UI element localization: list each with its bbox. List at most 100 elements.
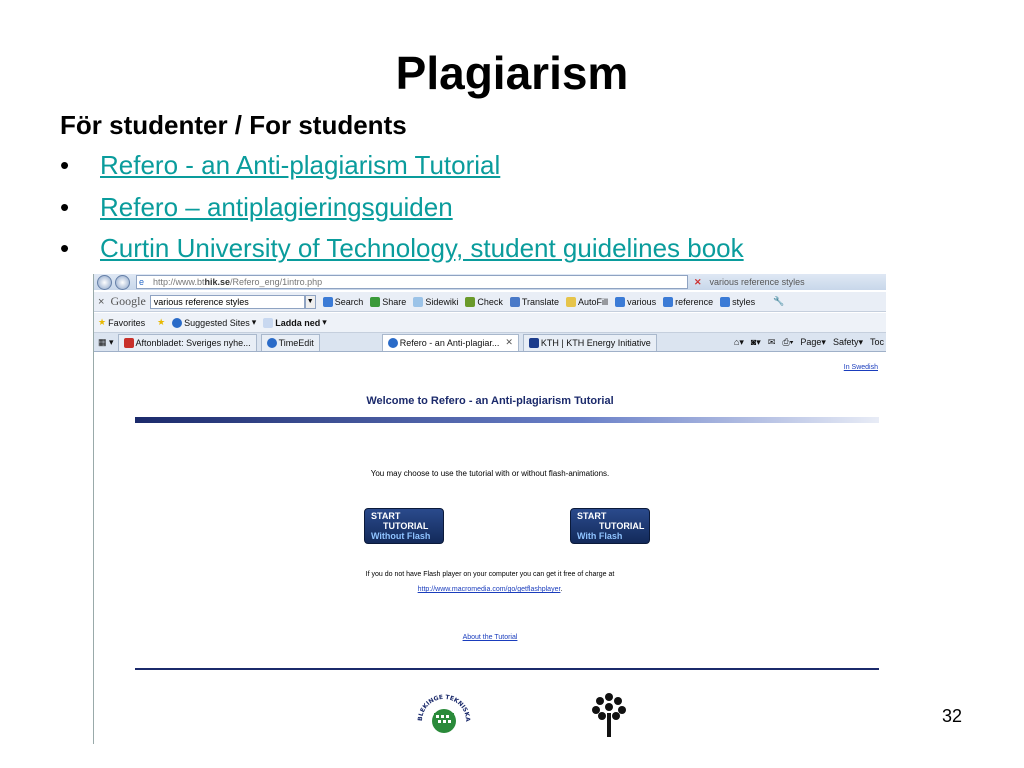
home-icon[interactable]: ⌂▾ [734, 337, 744, 348]
search-icon [720, 296, 731, 307]
suggested-label: Suggested Sites [184, 317, 250, 328]
button-line: TUTORIAL [599, 521, 645, 531]
ladda-label: Ladda ned [275, 317, 321, 328]
address-field[interactable]: e http://www.bthik.se/Refero_eng/1intro.p… [136, 275, 688, 289]
footer-divider [135, 668, 879, 670]
start-tutorial-without-flash-button[interactable]: START TUTORIAL Without Flash [364, 508, 444, 544]
tree-logo [592, 693, 626, 737]
term-reference-button[interactable]: reference [663, 296, 713, 307]
translate-icon [509, 296, 520, 307]
tools-menu-label: Toc [869, 337, 884, 347]
page-content: In Swedish Welcome to Refero - an Anti-p… [94, 353, 886, 744]
ie-page-icon [387, 337, 398, 348]
stop-icon[interactable]: ✕ [694, 277, 702, 288]
address-path: /Refero_eng/1intro.php [230, 277, 323, 287]
welcome-heading: Welcome to Refero - an Anti-plagiarism T… [366, 395, 614, 407]
in-swedish-link[interactable]: In Swedish [844, 364, 878, 371]
sidewiki-icon [413, 296, 424, 307]
mail-icon[interactable]: ✉ [768, 337, 776, 348]
feeds-icon[interactable]: ◙▾ [751, 337, 761, 348]
tab-label: TimeEdit [278, 337, 314, 348]
site-icon [123, 337, 134, 348]
chevron-down-icon[interactable]: ▼ [304, 294, 316, 309]
star-plus-icon: ★ [157, 317, 166, 327]
sidewiki-button[interactable]: Sidewiki [413, 296, 458, 307]
ie-page-icon [172, 317, 183, 328]
toolbar-label: Search [334, 296, 364, 307]
address-host: hik.se [204, 277, 231, 287]
bullet-item: • Curtin University of Technology, studen… [60, 231, 744, 265]
ladda-ned-button[interactable]: Ladda ned ▾ [263, 317, 327, 328]
ie-page-icon: e [139, 277, 145, 287]
flash-text: If you do not have Flash player on your … [365, 571, 615, 578]
google-logo: Google [110, 294, 146, 308]
slide-title: Plagiarism [395, 47, 629, 99]
tools-menu[interactable]: Toc [870, 337, 884, 347]
favorites-bar: ★ Favorites ★ Suggested Sites ▾ Ladda ned ▾ [94, 313, 886, 333]
link-refero-guiden[interactable]: Refero – antiplagieringsguiden [100, 192, 453, 222]
search-icon [615, 296, 626, 307]
print-icon[interactable]: ⎙▾ [782, 337, 793, 348]
header-divider [135, 417, 879, 423]
google-search-input[interactable]: various reference styles [149, 294, 305, 309]
ie-page-icon [266, 337, 277, 348]
forward-icon[interactable] [115, 274, 130, 290]
safety-menu-label: Safety [832, 337, 859, 347]
autofill-button[interactable]: AutoFill [566, 296, 608, 307]
bullet-item: • Refero - an Anti-plagiarism Tutorial [60, 148, 500, 182]
tab-bar: ▦ ▾ Aftonbladet: Sveriges nyhe... TimeEd… [94, 333, 886, 352]
browser-search-box[interactable]: various reference styles [710, 277, 805, 287]
about-tutorial-link[interactable]: About the Tutorial [463, 634, 518, 641]
close-toolbar-icon[interactable]: × [98, 296, 104, 308]
tab-label: KTH | KTH Energy Initiative [540, 337, 651, 348]
tab-kth[interactable]: KTH | KTH Energy Initiative [522, 333, 657, 351]
address-prefix: http://www.bt [153, 277, 205, 287]
wrench-icon[interactable]: 🔧 [773, 296, 784, 307]
flash-link-row: http://www.macromedia.com/go/getflashpla… [417, 586, 563, 593]
term-various-button[interactable]: various [615, 296, 656, 307]
check-button[interactable]: Check [465, 296, 503, 307]
share-button[interactable]: Share [370, 296, 407, 307]
about-row: About the Tutorial [94, 634, 886, 641]
browser-screenshot: e http://www.bthik.se/Refero_eng/1intro.p… [93, 274, 886, 744]
page-menu[interactable]: Page ▾ [800, 337, 826, 348]
chevron-down-icon: ▾ [322, 317, 327, 327]
safety-menu[interactable]: Safety ▾ [833, 337, 863, 348]
autofill-icon [566, 296, 577, 307]
button-line: START [577, 511, 607, 521]
search-icon [663, 296, 674, 307]
slide-subtitle: För studenter / For students [60, 110, 407, 140]
bullet-marker: • [60, 150, 70, 180]
tab-label: Aftonbladet: Sveriges nyhe... [135, 337, 251, 348]
start-tutorial-with-flash-button[interactable]: START TUTORIAL With Flash [570, 508, 650, 544]
tab-label: Refero - an Anti-plagiar... [399, 337, 500, 348]
quick-tabs-icon[interactable]: ▦ ▾ [98, 337, 114, 348]
choose-text: You may choose to use the tutorial with … [370, 469, 610, 478]
translate-button[interactable]: Translate [509, 296, 560, 307]
address-bar: e http://www.bthik.se/Refero_eng/1intro.p… [94, 274, 886, 290]
toolbar-label: Check [477, 296, 503, 307]
add-favorite-icon[interactable]: ★ [157, 317, 165, 328]
bullet-item: • Refero – antiplagieringsguiden [60, 190, 453, 224]
tab-aftonbladet[interactable]: Aftonbladet: Sveriges nyhe... [117, 333, 257, 351]
suggested-sites-button[interactable]: Suggested Sites ▾ [172, 317, 256, 328]
page-number: 32 [941, 706, 962, 726]
term-styles-button[interactable]: styles [720, 296, 755, 307]
google-toolbar: × Google various reference styles ▼ Searc… [94, 292, 886, 312]
link-refero-tutorial[interactable]: Refero - an Anti-plagiarism Tutorial [100, 150, 500, 180]
bth-seal-logo: BLEKINGE TEKNISKA HÖGSKOLA [414, 691, 471, 733]
favorites-button[interactable]: ★ Favorites [98, 317, 145, 328]
bullet-marker: • [60, 192, 70, 222]
page-icon [263, 317, 274, 328]
back-icon[interactable] [97, 274, 112, 290]
close-tab-icon[interactable]: ✕ [505, 337, 513, 348]
toolbar-label: Translate [521, 296, 560, 307]
tab-timeedit[interactable]: TimeEdit [260, 333, 320, 351]
flash-player-link[interactable]: http://www.macromedia.com/go/getflashpla… [418, 586, 561, 593]
favorites-label: Favorites [108, 317, 146, 328]
link-curtin-guidelines[interactable]: Curtin University of Technology, student… [100, 233, 744, 263]
tab-refero[interactable]: Refero - an Anti-plagiar... ✕ [381, 333, 519, 351]
google-search-button[interactable]: Search [322, 296, 364, 307]
button-line: With Flash [577, 531, 623, 541]
toolbar-label: Share [382, 296, 407, 307]
